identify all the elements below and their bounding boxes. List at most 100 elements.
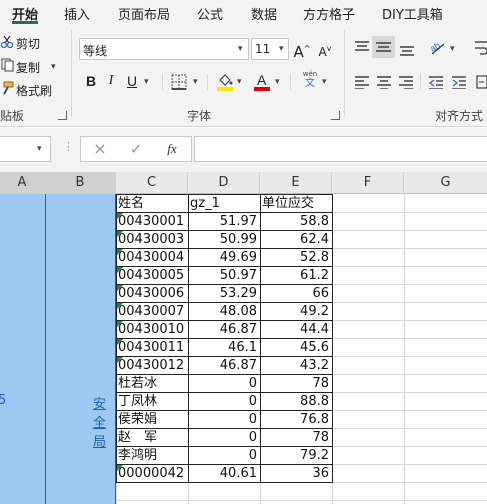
font-color-dropdown-icon[interactable]: ▾ (275, 77, 280, 87)
gz1-cell[interactable]: 0 (190, 393, 257, 411)
align-top-icon[interactable] (354, 40, 370, 54)
gz1-cell[interactable]: 50.99 (190, 231, 257, 249)
unit-cell[interactable]: 44.4 (262, 321, 329, 339)
unit-cell[interactable]: 66 (262, 285, 329, 303)
merged-cell-b[interactable]: 安全局 (45, 194, 116, 504)
unit-cell[interactable]: 79.2 (262, 447, 329, 465)
unit-cell[interactable]: 62.4 (262, 231, 329, 249)
tab-insert[interactable]: 插入 (64, 4, 90, 23)
merged-cell-b-text[interactable]: 安全局 (93, 393, 115, 450)
format-painter-button[interactable]: 格式刷 (16, 82, 52, 99)
underline-dropdown-icon[interactable]: ▾ (144, 77, 149, 87)
increase-indent-icon[interactable] (451, 75, 467, 89)
name-cell[interactable]: 侯荣娟 (118, 411, 185, 429)
fill-color-icon[interactable] (216, 72, 234, 92)
unit-cell[interactable]: 49.2 (262, 303, 329, 321)
gz1-cell[interactable]: 51.97 (190, 213, 257, 231)
underline-button[interactable]: U (124, 70, 140, 92)
header-name-cell[interactable]: 姓名 (118, 195, 185, 213)
align-left-icon[interactable] (354, 75, 370, 89)
phonetic-guide-icon[interactable]: wén 文 (298, 70, 322, 92)
font-name-select[interactable]: 等线 ▾ (79, 38, 249, 60)
fill-color-dropdown-icon[interactable]: ▾ (237, 77, 242, 87)
align-bottom-icon[interactable] (399, 44, 415, 58)
column-header-b[interactable]: B (45, 172, 116, 194)
cancel-button[interactable]: × (89, 138, 111, 160)
shrink-font-button[interactable]: Av (316, 38, 334, 60)
italic-button[interactable]: I (104, 70, 118, 92)
bold-button[interactable]: B (83, 70, 99, 92)
tab-fangfang[interactable]: 方方格子 (303, 4, 355, 23)
border-dropdown-icon[interactable]: ▾ (193, 77, 198, 87)
tab-formulas[interactable]: 公式 (197, 4, 223, 23)
insert-function-button[interactable]: fx (161, 138, 183, 160)
copy-dropdown-icon[interactable]: ▾ (51, 62, 56, 72)
unit-cell[interactable]: 76.8 (262, 411, 329, 429)
column-header-a[interactable]: A (0, 172, 45, 194)
header-unit-cell[interactable]: 单位应交 (262, 195, 329, 213)
font-launcher-icon[interactable] (331, 111, 340, 120)
name-cell[interactable]: 00430012 (118, 357, 185, 375)
name-cell[interactable]: 00430011 (118, 339, 185, 357)
name-cell[interactable]: 李鸿明 (118, 447, 185, 465)
gz1-cell[interactable]: 46.87 (190, 321, 257, 339)
clipboard-launcher-icon[interactable] (58, 111, 67, 120)
orientation-dropdown-icon[interactable]: ▾ (450, 44, 455, 54)
cut-button[interactable]: 剪切 (16, 35, 40, 52)
unit-cell[interactable]: 58.8 (262, 213, 329, 231)
decrease-indent-icon[interactable] (428, 75, 444, 89)
name-cell[interactable]: 00430010 (118, 321, 185, 339)
font-size-select[interactable]: 11 ▾ (251, 38, 289, 60)
unit-cell[interactable]: 78 (262, 429, 329, 447)
gz1-cell[interactable]: 53.29 (190, 285, 257, 303)
tab-diy-toolbox[interactable]: DIY工具箱 (382, 4, 443, 23)
formula-input[interactable] (194, 136, 487, 162)
copy-button[interactable]: 复制 (16, 59, 40, 76)
column-header-c[interactable]: C (116, 172, 188, 194)
unit-cell[interactable]: 45.6 (262, 339, 329, 357)
name-cell[interactable]: 00430007 (118, 303, 185, 321)
gz1-cell[interactable]: 0 (190, 411, 257, 429)
column-header-g[interactable]: G (404, 172, 487, 194)
grow-font-button[interactable]: A^ (293, 38, 311, 61)
unit-cell[interactable]: 52.8 (262, 249, 329, 267)
phonetic-dropdown-icon[interactable]: ▾ (322, 77, 327, 87)
name-box[interactable]: ▾ (0, 136, 51, 162)
tab-data[interactable]: 数据 (251, 4, 277, 23)
unit-cell[interactable]: 61.2 (262, 267, 329, 285)
align-middle-button[interactable] (372, 36, 395, 58)
name-cell[interactable]: 00430001 (118, 213, 185, 231)
merged-cell-a[interactable]: 5 (0, 194, 45, 504)
wrap-text-icon[interactable] (474, 40, 487, 58)
gz1-cell[interactable]: 46.1 (190, 339, 257, 357)
header-gz1-cell[interactable]: gz_1 (190, 195, 257, 213)
unit-cell[interactable]: 88.8 (262, 393, 329, 411)
name-cell[interactable]: 00000042 (118, 465, 185, 483)
name-cell[interactable]: 00430003 (118, 231, 185, 249)
column-header-d[interactable]: D (188, 172, 260, 194)
merge-center-icon[interactable] (476, 75, 487, 89)
tab-page-layout[interactable]: 页面布局 (118, 4, 170, 23)
name-cell[interactable]: 丁凤林 (118, 393, 185, 411)
unit-cell[interactable]: 78 (262, 375, 329, 393)
border-icon[interactable] (171, 74, 187, 90)
gz1-cell[interactable]: 0 (190, 429, 257, 447)
sheet-grid[interactable]: 5 安全局 姓名 gz_1 单位应交 00430001 51.97 58.8 0043000… (0, 194, 487, 504)
gz1-cell[interactable]: 0 (190, 375, 257, 393)
name-cell[interactable]: 杜若冰 (118, 375, 185, 393)
column-header-e[interactable]: E (260, 172, 332, 194)
gz1-cell[interactable]: 46.87 (190, 357, 257, 375)
unit-cell[interactable]: 43.2 (262, 357, 329, 375)
name-cell[interactable]: 00430006 (118, 285, 185, 303)
gz1-cell[interactable]: 50.97 (190, 267, 257, 285)
unit-cell[interactable]: 36 (262, 465, 329, 483)
column-header-f[interactable]: F (332, 172, 404, 194)
name-cell[interactable]: 00430004 (118, 249, 185, 267)
gz1-cell[interactable]: 49.69 (190, 249, 257, 267)
font-color-icon[interactable]: A (253, 72, 271, 92)
align-right-icon[interactable] (398, 75, 414, 89)
gz1-cell[interactable]: 0 (190, 447, 257, 465)
name-cell[interactable]: 赵 军 (118, 429, 185, 447)
align-center-icon[interactable] (376, 75, 392, 89)
orientation-icon[interactable]: ab (429, 38, 447, 56)
